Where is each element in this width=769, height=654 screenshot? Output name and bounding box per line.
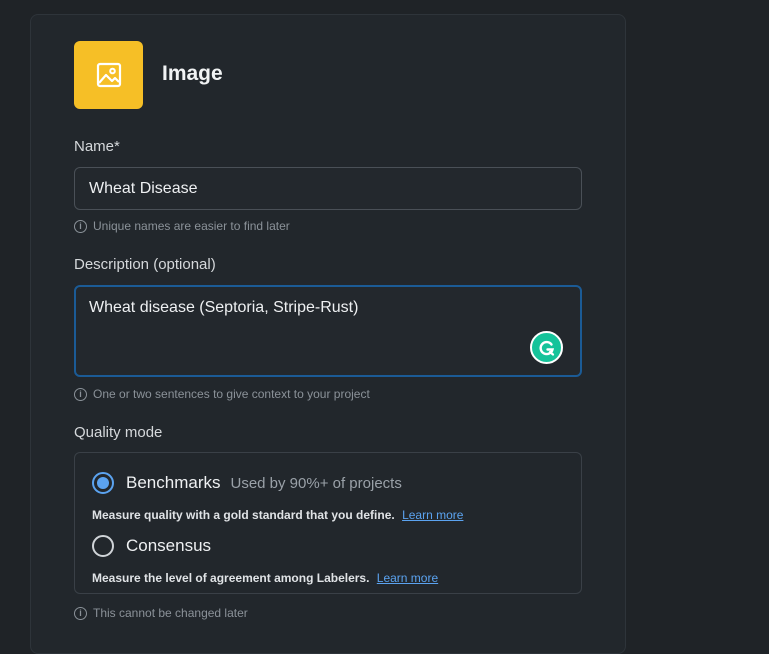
consensus-description: Measure the level of agreement among Lab…: [92, 571, 438, 585]
quality-mode-hint: i This cannot be changed later: [74, 606, 248, 620]
description-hint: i One or two sentences to give context t…: [74, 387, 370, 401]
name-hint: i Unique names are easier to find later: [74, 219, 290, 233]
image-type-tile: [74, 41, 143, 109]
quality-mode-hint-text: This cannot be changed later: [93, 606, 248, 620]
description-textarea[interactable]: Wheat disease (Septoria, Stripe-Rust): [74, 285, 582, 377]
info-icon: i: [74, 219, 87, 233]
consensus-option[interactable]: Consensus: [92, 535, 211, 557]
page-title: Image: [162, 62, 223, 85]
consensus-title: Consensus: [126, 536, 212, 555]
benchmarks-subtitle: Used by 90%+ of projects: [230, 474, 402, 492]
name-label: Name*: [74, 138, 120, 155]
grammarly-icon[interactable]: [530, 331, 563, 364]
benchmarks-title: Benchmarks: [126, 473, 221, 492]
info-icon: i: [74, 387, 87, 401]
name-input[interactable]: [74, 167, 582, 210]
consensus-radio[interactable]: [92, 535, 114, 557]
quality-mode-label: Quality mode: [74, 424, 163, 441]
benchmarks-description-text: Measure quality with a gold standard tha…: [92, 508, 395, 522]
benchmarks-description: Measure quality with a gold standard tha…: [92, 508, 463, 522]
benchmarks-learn-more-link[interactable]: Learn more: [402, 508, 463, 522]
benchmarks-option[interactable]: Benchmarks Used by 90%+ of projects: [92, 472, 402, 494]
benchmarks-radio[interactable]: [92, 472, 114, 494]
consensus-description-text: Measure the level of agreement among Lab…: [92, 571, 370, 585]
consensus-learn-more-link[interactable]: Learn more: [377, 571, 438, 585]
description-label: Description (optional): [74, 256, 216, 273]
info-icon: i: [74, 606, 87, 620]
description-hint-text: One or two sentences to give context to …: [93, 387, 370, 401]
image-icon: [96, 62, 121, 88]
name-hint-text: Unique names are easier to find later: [93, 219, 290, 233]
